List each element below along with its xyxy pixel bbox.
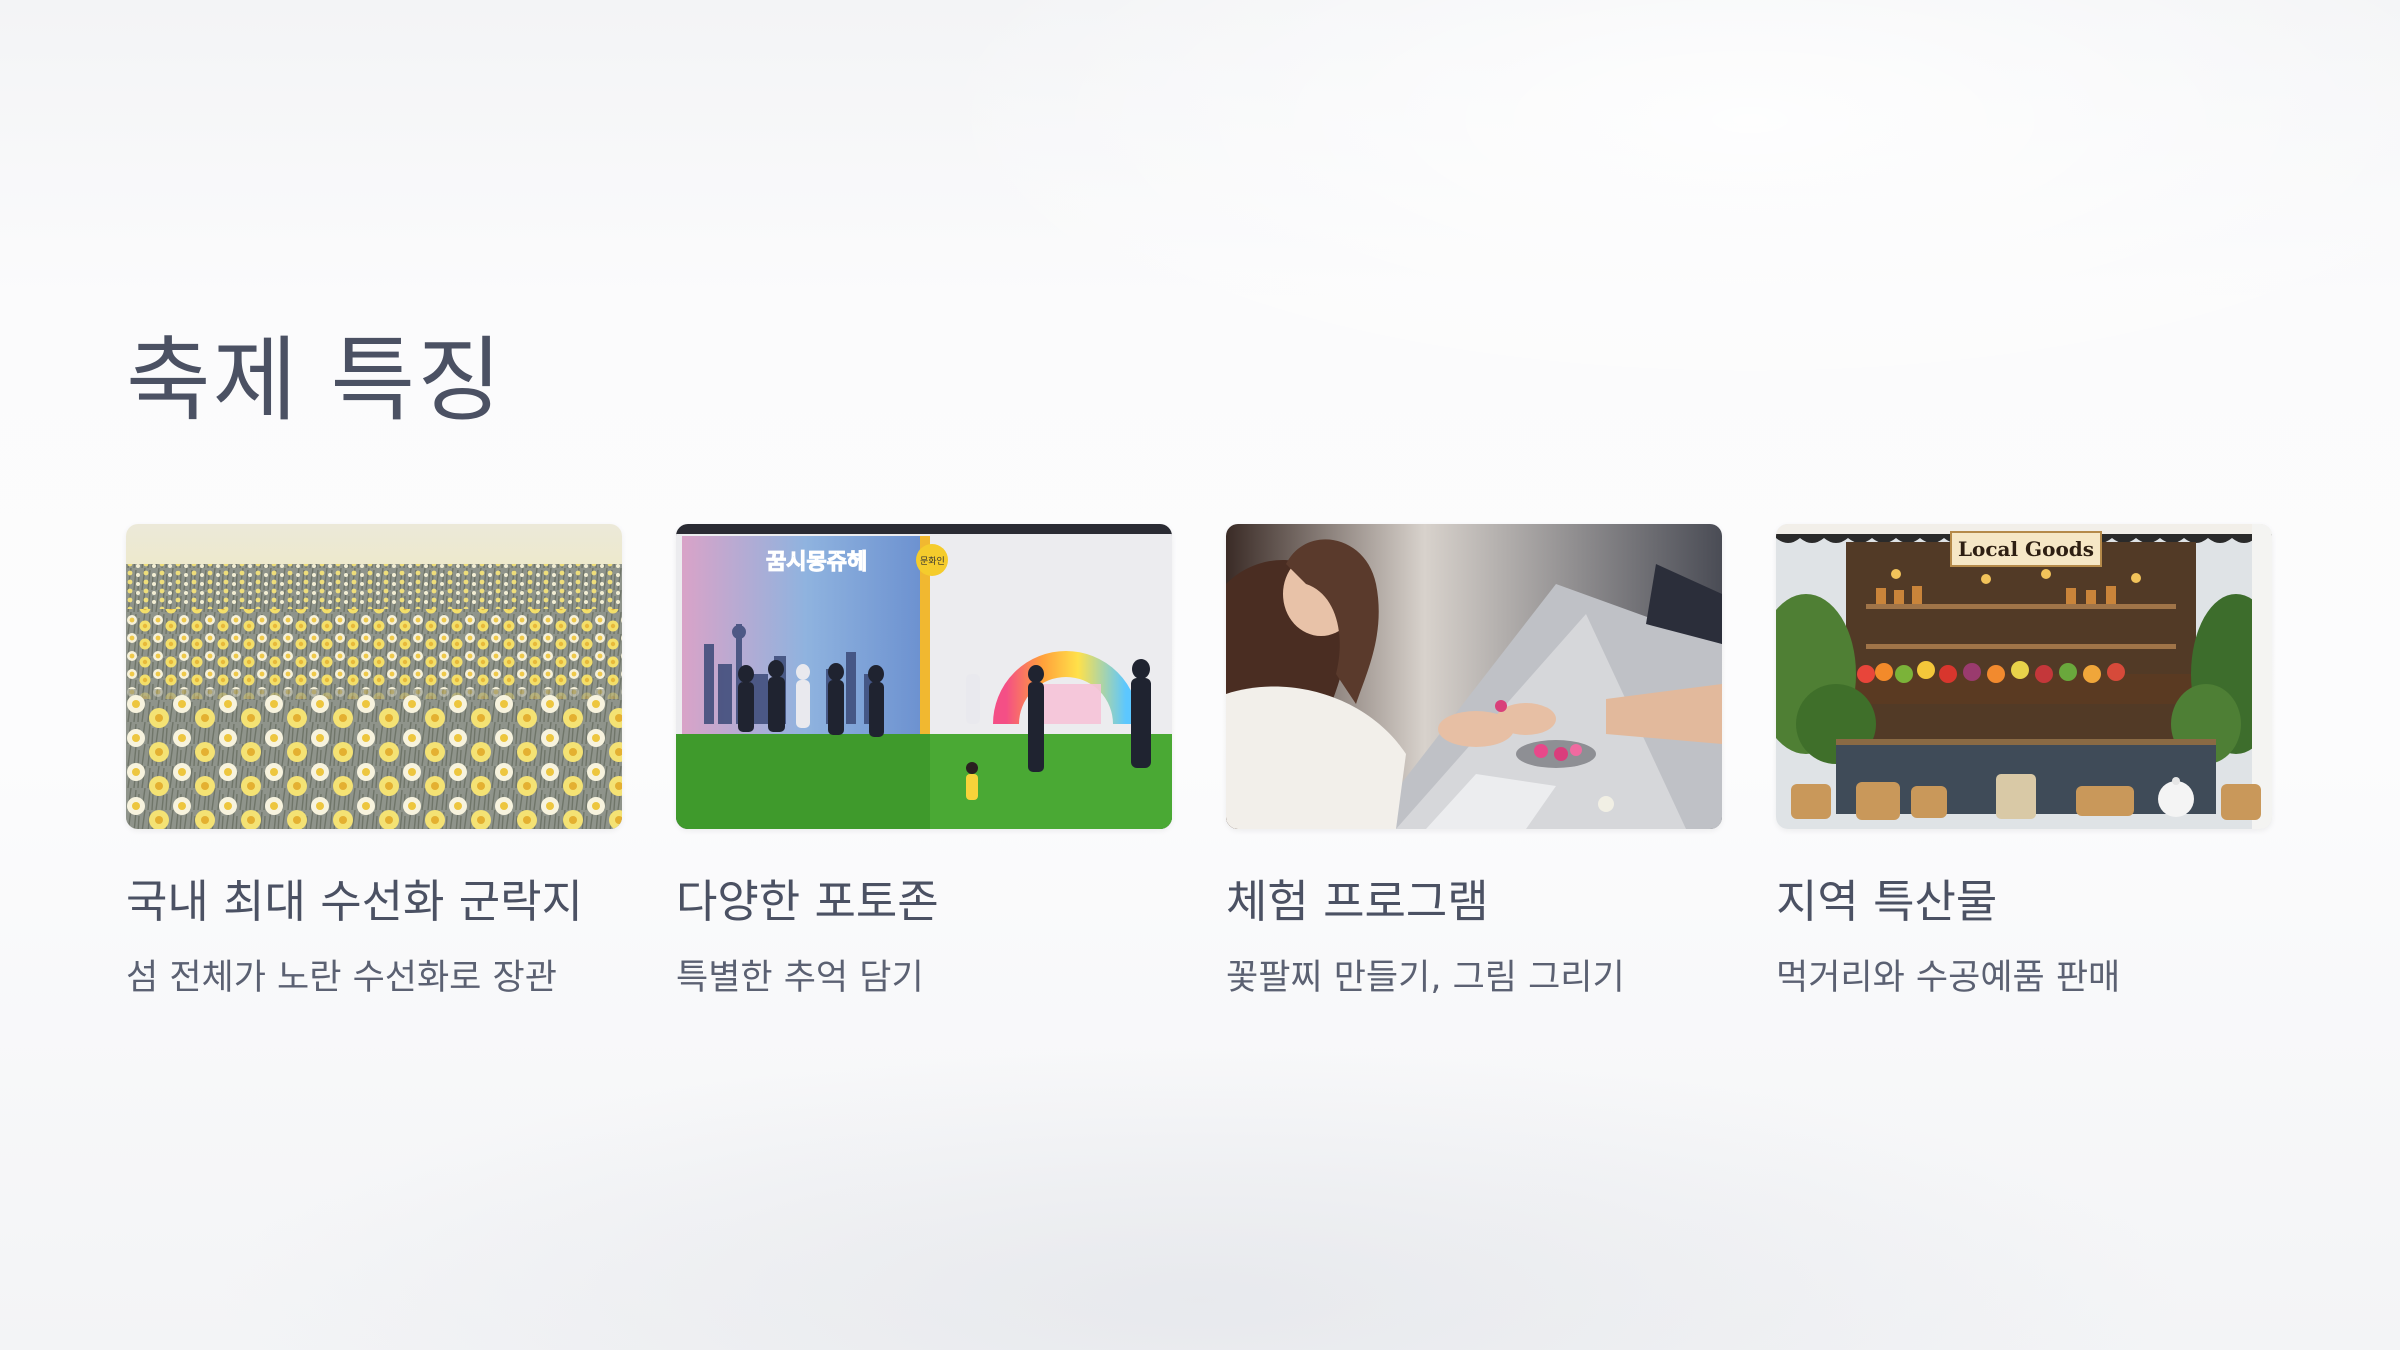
card-description: 먹거리와 수공예품 판매	[1776, 958, 2121, 998]
photo-zone-sign: 꿈시몽쥬헤	[766, 550, 867, 575]
card-description: 꽃팔찌 만들기, 그림 그리기	[1226, 958, 1625, 998]
card-title: 지역 특산물	[1776, 875, 1998, 928]
photo-zone-photo: 꿈시몽쥬헤 문화인	[676, 524, 1172, 829]
feature-card-daffodil-field: 국내 최대 수선화 군락지 섬 전체가 노란 수선화로 장관	[126, 524, 622, 999]
local-products-photo: Local Goods	[1776, 524, 2272, 829]
slide: 축제 특징 국내 최대 수선화 군락지 섬 전체가 노란 수선화로 장관 꿈시몽…	[0, 0, 2400, 1350]
daffodil-field-photo	[126, 524, 622, 829]
card-title: 국내 최대 수선화 군락지	[126, 875, 583, 928]
card-title: 다양한 포토존	[676, 875, 939, 928]
feature-card-local-products: Local Goods 지역 특산물 먹거리와 수공예품 판매	[1776, 524, 2272, 999]
card-description: 특별한 추억 담기	[676, 958, 924, 998]
card-description: 섬 전체가 노란 수선화로 장관	[126, 958, 557, 998]
feature-card-photo-zone: 꿈시몽쥬헤 문화인 다양한 포토존 특별한 추억 담기	[676, 524, 1172, 999]
photo-zone-badge: 문화인	[920, 556, 945, 567]
local-goods-sign: Local Goods	[1958, 537, 2094, 561]
slide-title: 축제 특징	[126, 327, 504, 434]
experience-program-photo	[1226, 524, 1722, 829]
card-title: 체험 프로그램	[1226, 875, 1489, 928]
feature-card-experience-program: 체험 프로그램 꽃팔찌 만들기, 그림 그리기	[1226, 524, 1722, 999]
feature-cards: 국내 최대 수선화 군락지 섬 전체가 노란 수선화로 장관 꿈시몽쥬헤 문화인…	[126, 524, 2272, 999]
